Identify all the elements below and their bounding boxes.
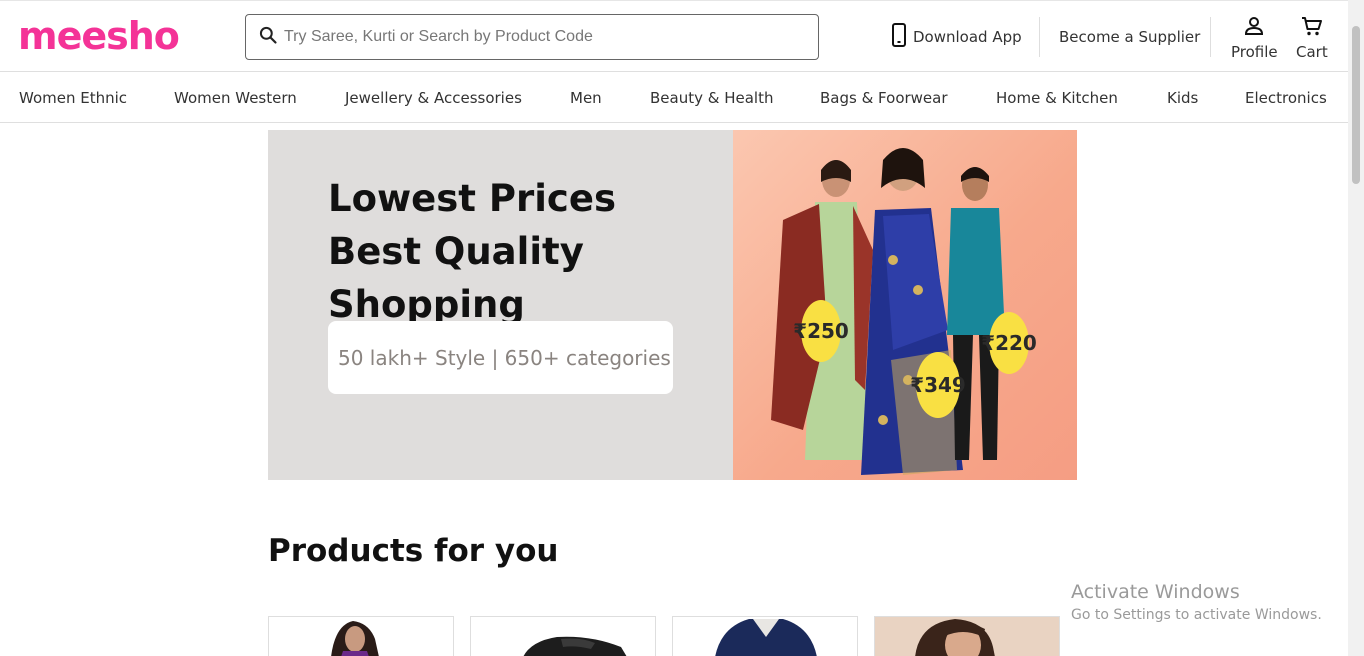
top-header: meesho Download App Become a Supplier Pr…: [0, 0, 1348, 72]
product-image: [915, 619, 995, 656]
nav-item-women-western[interactable]: Women Western: [174, 89, 297, 107]
hero-banner[interactable]: Lowest Prices Best Quality Shopping 50 l…: [268, 130, 1077, 480]
nav-item-bags-footwear[interactable]: Bags & Foorwear: [820, 89, 948, 107]
nav-item-beauty-health[interactable]: Beauty & Health: [650, 89, 773, 107]
nav-item-women-ethnic[interactable]: Women Ethnic: [19, 89, 127, 107]
download-app-label: Download App: [913, 28, 1022, 46]
cart-button[interactable]: Cart: [1296, 15, 1328, 61]
price-tag: ₹250: [793, 300, 849, 362]
cart-icon: [1301, 15, 1323, 43]
search-input[interactable]: [284, 28, 784, 46]
product-card[interactable]: [470, 616, 656, 656]
meesho-logo[interactable]: meesho: [18, 14, 180, 58]
nav-item-electronics[interactable]: Electronics: [1245, 89, 1327, 107]
divider: [1210, 17, 1211, 57]
product-image: [523, 636, 627, 656]
search-icon: [258, 25, 278, 49]
nav-item-jewellery-accessories[interactable]: Jewellery & Accessories: [345, 89, 522, 107]
user-icon: [1243, 15, 1265, 43]
vertical-scrollbar[interactable]: [1348, 0, 1364, 656]
become-supplier-link[interactable]: Become a Supplier: [1059, 1, 1200, 73]
banner-models-image: ₹250 ₹349 ₹220: [733, 130, 1077, 480]
product-card[interactable]: [874, 616, 1060, 656]
product-card[interactable]: [268, 616, 454, 656]
price-tag: ₹220: [981, 312, 1037, 374]
divider: [1039, 17, 1040, 57]
watermark-subtitle: Go to Settings to activate Windows.: [1071, 607, 1322, 623]
price-tag: ₹349: [910, 352, 966, 418]
nav-item-men[interactable]: Men: [570, 89, 602, 107]
download-app-button[interactable]: Download App: [890, 1, 1022, 73]
scrollbar-thumb[interactable]: [1352, 26, 1360, 184]
mobile-phone-icon: [890, 23, 913, 51]
nav-item-kids[interactable]: Kids: [1167, 89, 1198, 107]
cart-label: Cart: [1296, 43, 1328, 61]
product-image: [715, 619, 817, 656]
windows-activation-watermark: Activate Windows Go to Settings to activ…: [1071, 580, 1322, 626]
profile-button[interactable]: Profile: [1231, 15, 1278, 61]
banner-subtitle: 50 lakh+ Style | 650+ categories: [328, 321, 673, 394]
models-illustration: [771, 148, 1005, 475]
nav-item-home-kitchen[interactable]: Home & Kitchen: [996, 89, 1118, 107]
products-section-title: Products for you: [268, 533, 559, 569]
product-image: [331, 621, 379, 656]
category-nav: Women Ethnic Women Western Jewellery & A…: [0, 72, 1348, 123]
product-card[interactable]: [672, 616, 858, 656]
search-box[interactable]: [245, 14, 819, 60]
banner-title: Lowest Prices Best Quality Shopping: [328, 177, 616, 326]
watermark-title: Activate Windows: [1071, 581, 1240, 603]
profile-label: Profile: [1231, 43, 1278, 61]
